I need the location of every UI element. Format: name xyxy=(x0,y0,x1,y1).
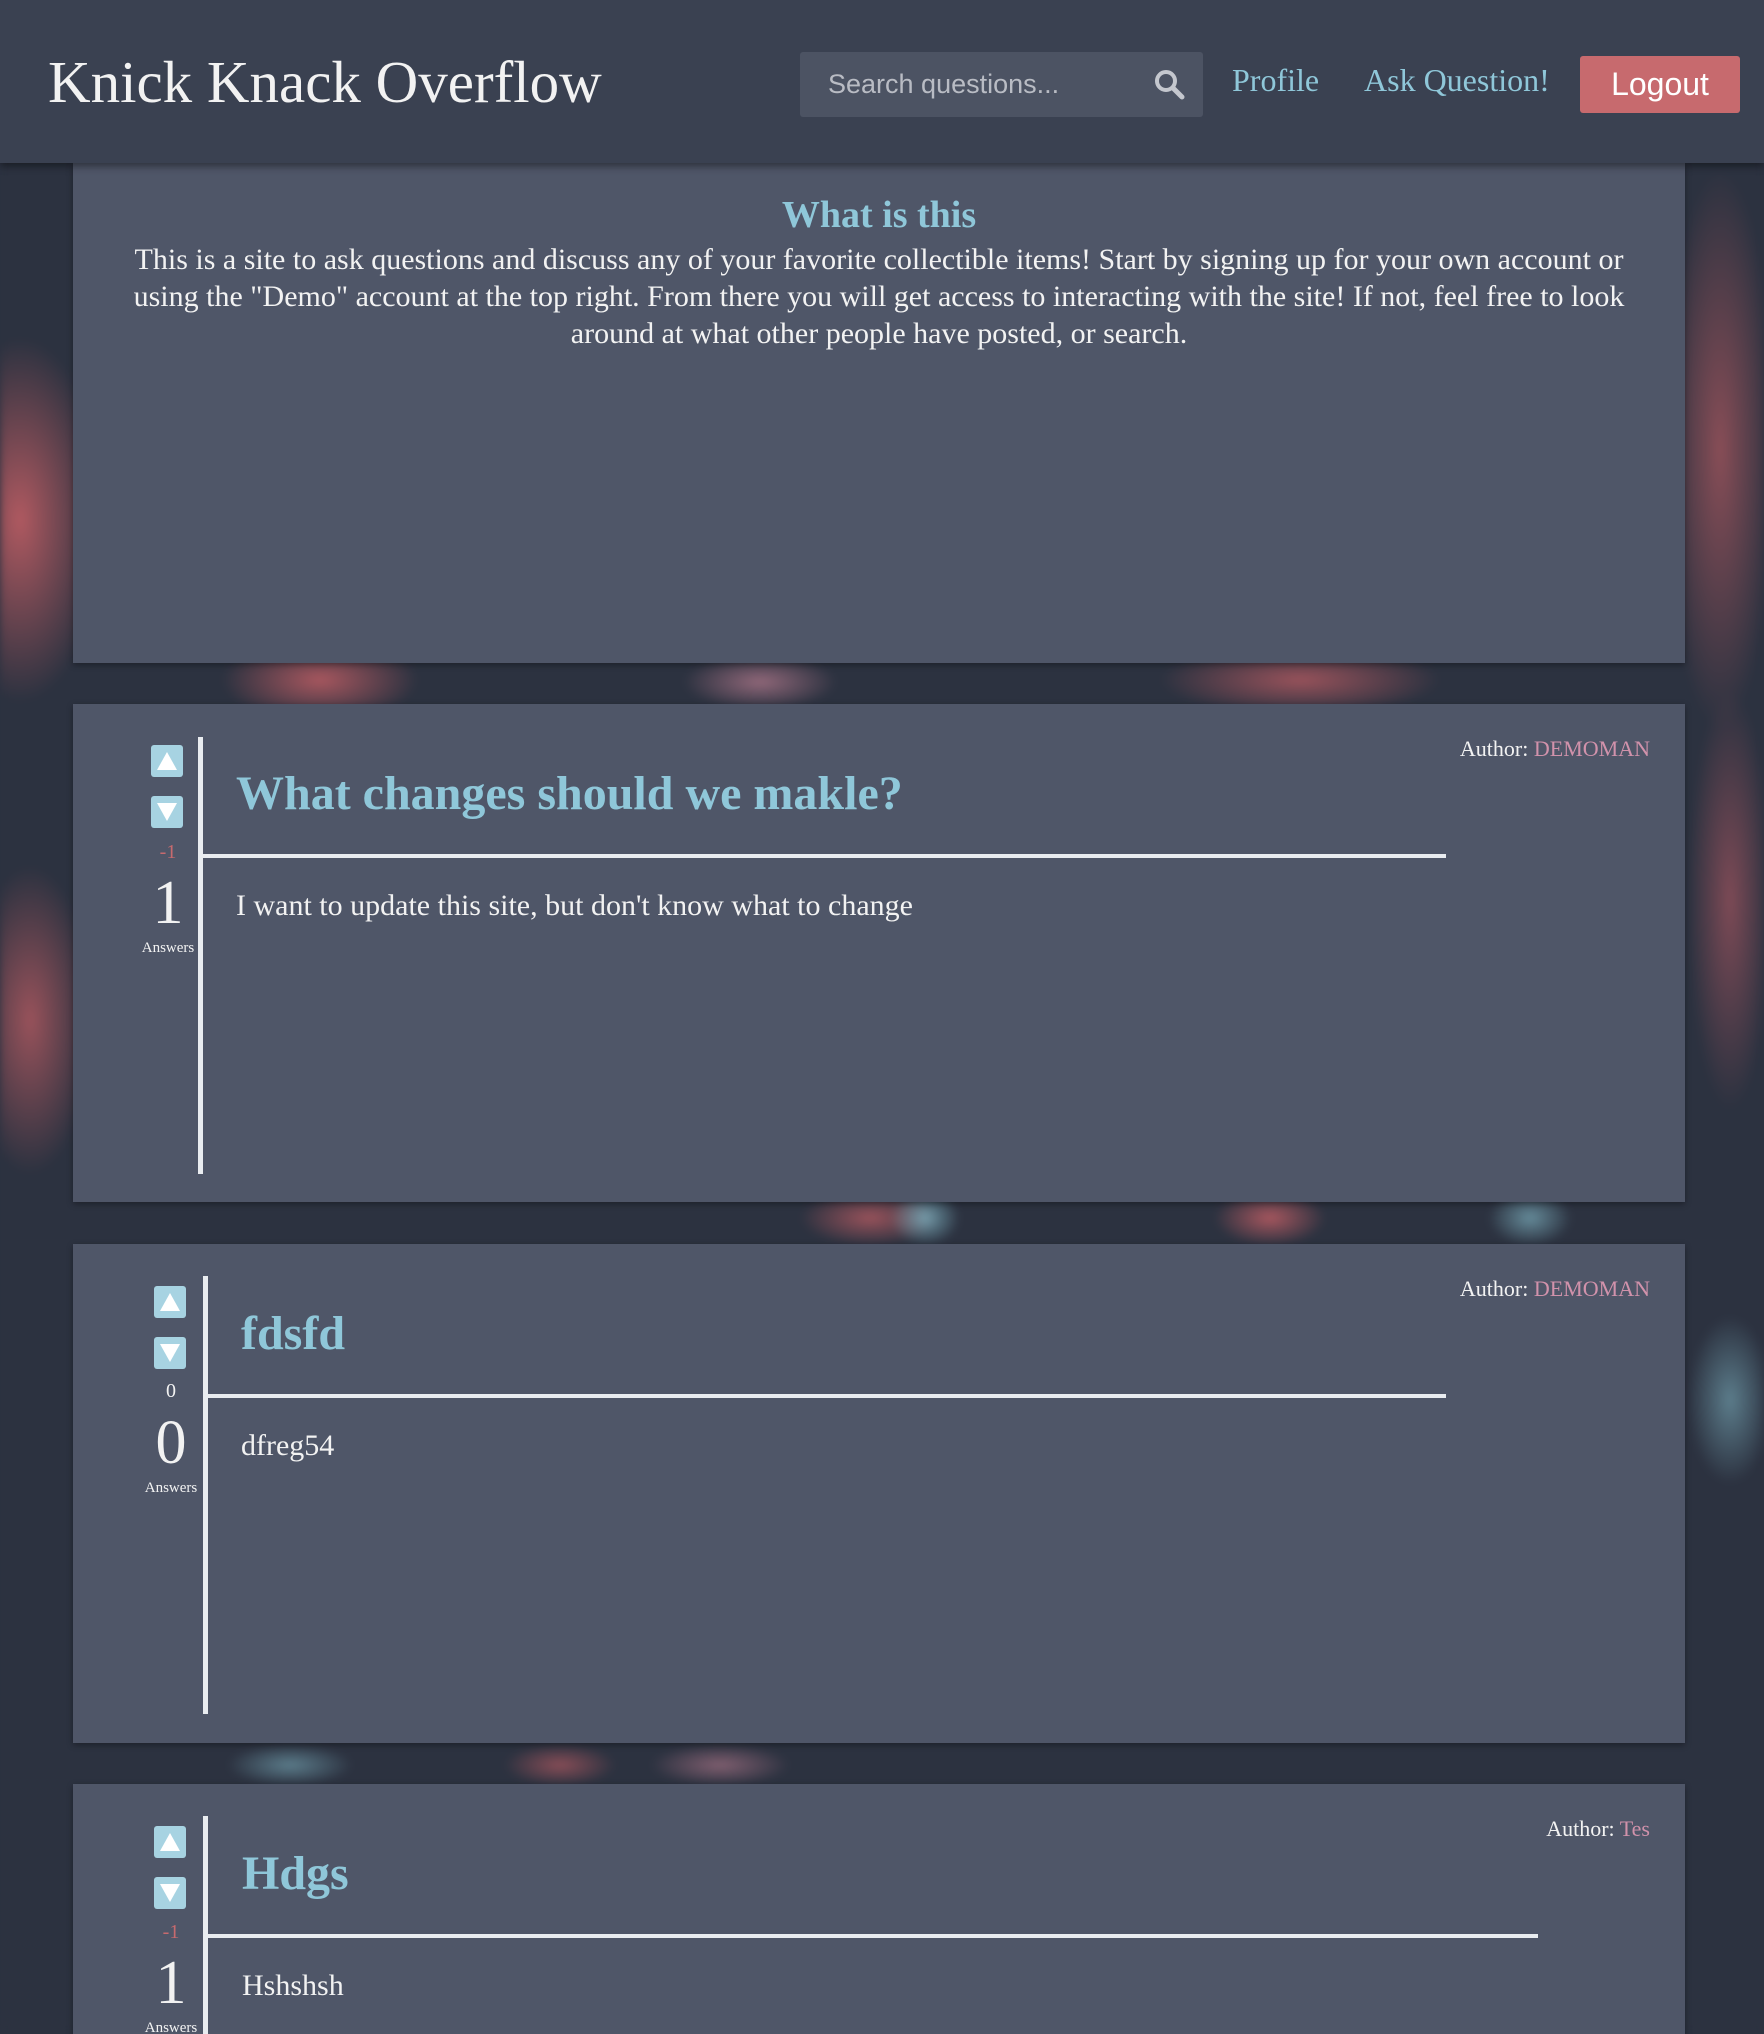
divider xyxy=(198,737,203,1174)
vote-score: -1 xyxy=(159,841,177,863)
question-title[interactable]: Hdgs xyxy=(242,1846,349,1901)
author-link[interactable]: DEMOMAN xyxy=(1534,1276,1650,1301)
downvote-button[interactable] xyxy=(154,1877,186,1909)
question-body: dfreg54 xyxy=(241,1429,335,1462)
question-card: -1 1 Answers What changes should we makl… xyxy=(73,704,1685,1202)
vote-score: -1 xyxy=(162,1921,180,1943)
question-body: I want to update this site, but don't kn… xyxy=(236,889,913,922)
vote-column: -1 1 Answers xyxy=(128,704,208,1202)
downvote-button[interactable] xyxy=(154,1337,186,1369)
upvote-button[interactable] xyxy=(154,1286,186,1318)
upvote-button[interactable] xyxy=(154,1826,186,1858)
vote-column: 0 0 Answers xyxy=(131,1244,211,1743)
downvote-icon xyxy=(160,1884,180,1902)
author-link[interactable]: Tes xyxy=(1620,1816,1650,1841)
author-link[interactable]: DEMOMAN xyxy=(1534,736,1650,761)
downvote-button[interactable] xyxy=(151,796,183,828)
ask-question-link[interactable]: Ask Question! xyxy=(1364,62,1550,99)
intro-panel: What is this This is a site to ask quest… xyxy=(73,163,1685,663)
vote-score: 0 xyxy=(166,1380,176,1402)
question-title[interactable]: What changes should we makle? xyxy=(236,766,903,821)
vote-column: -1 1 Answers xyxy=(131,1784,211,2034)
upvote-icon xyxy=(160,1833,180,1851)
downvote-icon xyxy=(157,803,177,821)
title-underline xyxy=(208,1934,1538,1938)
author-info: Author: Tes xyxy=(1546,1816,1650,1842)
divider xyxy=(203,1276,208,1714)
navbar: Knick Knack Overflow Profile Ask Questio… xyxy=(0,0,1764,163)
intro-title: What is this xyxy=(781,194,977,236)
author-label: Author: xyxy=(1546,1816,1615,1841)
profile-link[interactable]: Profile xyxy=(1232,62,1319,99)
answers-label: Answers xyxy=(141,940,195,956)
upvote-icon xyxy=(160,1293,180,1311)
title-underline xyxy=(208,1394,1446,1398)
answers-label: Answers xyxy=(144,2020,198,2034)
search-bar xyxy=(800,52,1203,117)
author-info: Author: DEMOMAN xyxy=(1460,736,1650,762)
logout-button[interactable]: Logout xyxy=(1580,56,1740,113)
question-card: 0 0 Answers fdsfd dfreg54 Author: DEMOMA… xyxy=(73,1244,1685,1743)
search-input[interactable] xyxy=(800,52,1140,117)
downvote-icon xyxy=(160,1344,180,1362)
question-body: Hshshsh xyxy=(242,1969,344,2002)
answers-count: 1 xyxy=(155,1949,187,2017)
question-card: -1 1 Answers Hdgs Hshshsh Author: Tes xyxy=(73,1784,1685,2034)
divider xyxy=(203,1816,208,2034)
question-title[interactable]: fdsfd xyxy=(241,1306,345,1361)
upvote-icon xyxy=(157,752,177,770)
title-underline xyxy=(203,854,1446,858)
answers-count: 1 xyxy=(152,869,184,937)
intro-text: This is a site to ask questions and disc… xyxy=(133,243,1625,350)
search-button[interactable] xyxy=(1151,66,1189,104)
answers-count: 0 xyxy=(155,1409,187,1477)
answers-label: Answers xyxy=(144,1480,198,1496)
upvote-button[interactable] xyxy=(151,745,183,777)
author-info: Author: DEMOMAN xyxy=(1460,1276,1650,1302)
author-label: Author: xyxy=(1459,1276,1529,1301)
site-brand[interactable]: Knick Knack Overflow xyxy=(48,48,602,117)
search-icon xyxy=(1155,70,1185,100)
author-label: Author: xyxy=(1459,736,1529,761)
